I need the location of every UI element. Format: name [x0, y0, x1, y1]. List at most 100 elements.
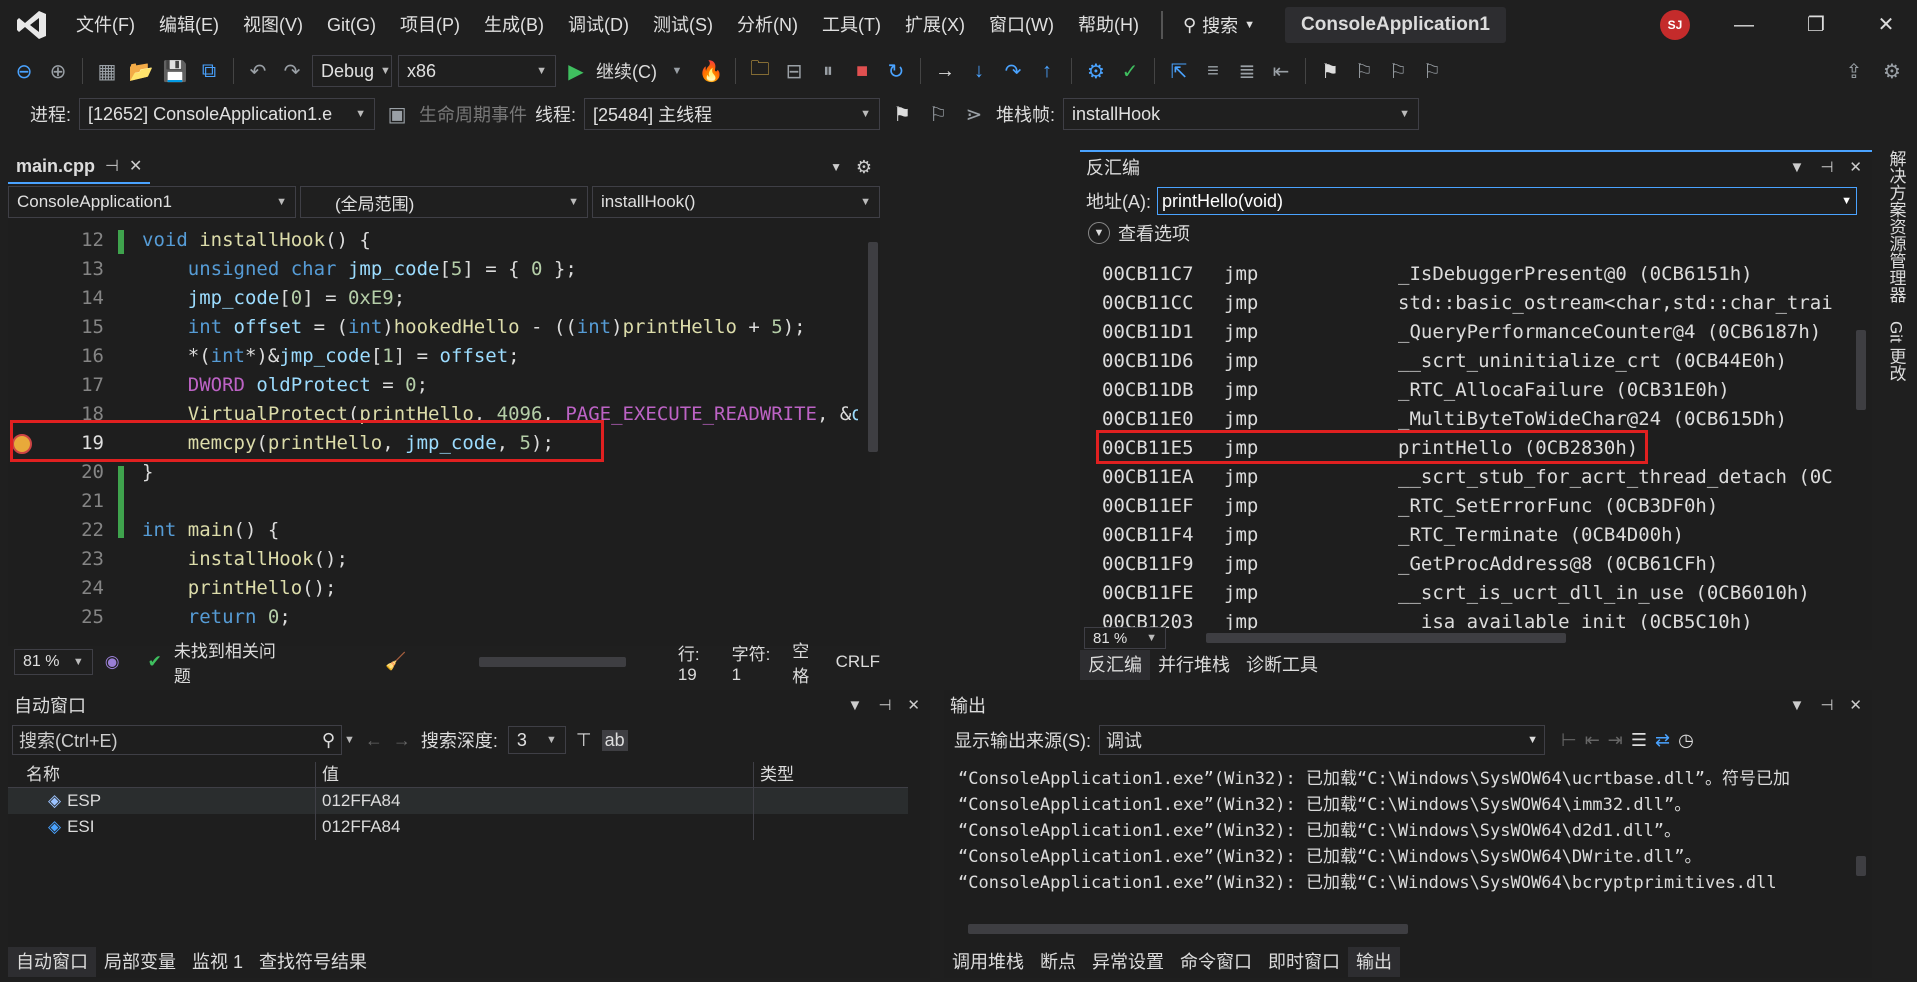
address-input[interactable]: printHello(void) ▼: [1157, 187, 1857, 215]
chevron-down-icon[interactable]: ▼: [1789, 690, 1804, 722]
menu-test[interactable]: 测试(S): [641, 0, 725, 50]
close-tab-icon[interactable]: ✕: [129, 156, 142, 176]
minimize-icon[interactable]: —: [1714, 0, 1774, 50]
zoom-select[interactable]: 81 % ▼: [14, 649, 93, 675]
word-wrap-icon[interactable]: ⇄: [1655, 730, 1670, 751]
forward-icon[interactable]: →: [393, 730, 411, 751]
header-type[interactable]: 类型: [754, 762, 908, 787]
save-icon[interactable]: 💾: [161, 57, 189, 85]
pin-icon[interactable]: ⊣: [1820, 690, 1833, 722]
scrollbar-thumb[interactable]: [1856, 330, 1866, 410]
header-value[interactable]: 值: [316, 762, 754, 787]
menu-project[interactable]: 项目(P): [388, 0, 472, 50]
disasm-horizontal-scrollbar[interactable]: [1206, 633, 1566, 643]
prev-bookmark-icon[interactable]: ⚐: [1350, 57, 1378, 85]
back-icon[interactable]: ⊖: [10, 57, 38, 85]
output-source-select[interactable]: 调试 ▼: [1099, 725, 1545, 755]
search-icon[interactable]: ⚲: [322, 730, 335, 751]
output-horizontal-scrollbar[interactable]: [968, 924, 1408, 934]
forward-icon[interactable]: ⊕: [44, 57, 72, 85]
outdent-icon[interactable]: ⇤: [1267, 57, 1295, 85]
tab-parallel-stacks[interactable]: 并行堆栈: [1150, 650, 1238, 680]
menu-analyze[interactable]: 分析(N): [725, 0, 810, 50]
menu-git[interactable]: Git(G): [315, 0, 388, 50]
open-folder-icon[interactable]: 📂: [127, 57, 155, 85]
tab-exception-settings[interactable]: 异常设置: [1084, 947, 1172, 977]
line-ending[interactable]: CRLF: [836, 652, 880, 672]
tab-disassembly[interactable]: 反汇编: [1080, 650, 1150, 680]
close-icon[interactable]: ✕: [907, 690, 920, 722]
autos-vertical-scrollbar[interactable]: [912, 762, 926, 942]
menu-tools[interactable]: 工具(T): [810, 0, 893, 50]
editor-horizontal-scrollbar[interactable]: [478, 657, 626, 667]
menu-view[interactable]: 视图(V): [231, 0, 315, 50]
stop-icon[interactable]: ■: [848, 57, 876, 85]
disasm-zoom-select[interactable]: 81 % ▼: [1084, 627, 1166, 649]
menu-debug[interactable]: 调试(D): [556, 0, 641, 50]
cleanup-icon[interactable]: 🧹: [385, 652, 406, 672]
platform-select[interactable]: x86 ▼: [398, 55, 556, 87]
show-next-statement-icon[interactable]: →: [931, 57, 959, 85]
chevron-down-icon[interactable]: ▼: [1789, 152, 1804, 184]
prev-message-icon[interactable]: ⇤: [1585, 730, 1600, 751]
diagnostics-icon[interactable]: ⚙: [1082, 57, 1110, 85]
scrollbar-thumb[interactable]: [1856, 856, 1866, 876]
close-icon[interactable]: ✕: [1856, 0, 1916, 50]
pin-icon[interactable]: ⊣: [878, 690, 891, 722]
hot-reload-icon[interactable]: 🔥: [697, 57, 725, 85]
uncomment-icon[interactable]: ≣: [1233, 57, 1261, 85]
step-out-icon[interactable]: ↑: [1033, 57, 1061, 85]
share-icon[interactable]: ⇪: [1840, 57, 1868, 85]
tab-watch-1[interactable]: 监视 1: [184, 947, 251, 977]
tab-find-symbol-results[interactable]: 查找符号结果: [251, 947, 375, 977]
lifecycle-icon[interactable]: ▣: [383, 100, 411, 128]
menu-edit[interactable]: 编辑(E): [147, 0, 231, 50]
chevron-down-icon[interactable]: ▼: [1841, 195, 1852, 207]
tab-solution-explorer[interactable]: 解决方案资源管理器: [1884, 150, 1909, 303]
row-value[interactable]: 012FFA84: [316, 788, 754, 814]
next-message-icon[interactable]: ⇥: [1608, 730, 1623, 751]
select-element-icon[interactable]: ⇱: [1165, 57, 1193, 85]
visual-studio-logo-icon[interactable]: [0, 0, 64, 50]
table-row[interactable]: ◈ ESI 012FFA84: [8, 814, 908, 840]
output-text[interactable]: “ConsoleApplication1.exe”(Win32): 已加载“C:…: [958, 766, 1850, 916]
editor-vertical-scrollbar[interactable]: [866, 222, 880, 646]
menu-build[interactable]: 生成(B): [472, 0, 556, 50]
autos-search-input[interactable]: 搜索(Ctrl+E) ⚲: [12, 725, 342, 755]
tab-command-window[interactable]: 命令窗口: [1172, 947, 1260, 977]
tab-output[interactable]: 输出: [1348, 947, 1400, 977]
redo-icon[interactable]: ↷: [278, 57, 306, 85]
process-select[interactable]: [12652] ConsoleApplication1.e ▼: [79, 98, 376, 130]
undo-icon[interactable]: ↶: [244, 57, 272, 85]
timestamp-icon[interactable]: ◷: [1678, 730, 1694, 751]
table-row[interactable]: ◈ ESP 012FFA84: [8, 788, 908, 814]
stackframe-select[interactable]: installHook ▼: [1063, 98, 1420, 130]
menu-window[interactable]: 窗口(W): [977, 0, 1066, 50]
spellcheck-icon[interactable]: ✓: [1116, 57, 1144, 85]
tab-immediate-window[interactable]: 即时窗口: [1260, 947, 1348, 977]
find-message-icon[interactable]: ⊢: [1561, 730, 1577, 751]
back-icon[interactable]: ←: [365, 730, 383, 751]
tab-call-stack[interactable]: 调用堆栈: [944, 947, 1032, 977]
bookmark-icon[interactable]: ⚑: [1316, 57, 1344, 85]
pin-icon[interactable]: ⊣: [1820, 152, 1833, 184]
clear-all-icon[interactable]: ☰: [1631, 730, 1647, 751]
new-project-icon[interactable]: ▦: [93, 57, 121, 85]
header-name[interactable]: 名称: [8, 762, 316, 787]
next-bookmark-icon[interactable]: ⚐: [1384, 57, 1412, 85]
tab-breakpoints[interactable]: 断点: [1032, 947, 1084, 977]
thread-select[interactable]: [25484] 主线程 ▼: [584, 98, 881, 130]
scope-nav-select[interactable]: (全局范围) ▼: [300, 186, 588, 218]
chevron-down-icon[interactable]: ▼: [847, 690, 862, 722]
flag-icon[interactable]: ⚑: [888, 100, 916, 128]
settings-icon[interactable]: ⚙: [1878, 57, 1906, 85]
menu-file[interactable]: 文件(F): [64, 0, 147, 50]
step-into-icon[interactable]: ↓: [965, 57, 993, 85]
restart-icon[interactable]: ↻: [882, 57, 910, 85]
chevron-down-icon[interactable]: ▼: [344, 734, 355, 746]
step-over-icon[interactable]: ↷: [999, 57, 1027, 85]
search-depth-select[interactable]: 3 ▼: [507, 726, 566, 754]
function-nav-select[interactable]: installHook() ▼: [592, 186, 880, 218]
pin-icon[interactable]: ⊣: [105, 156, 119, 176]
tab-diagnostic-tools[interactable]: 诊断工具: [1238, 650, 1326, 680]
